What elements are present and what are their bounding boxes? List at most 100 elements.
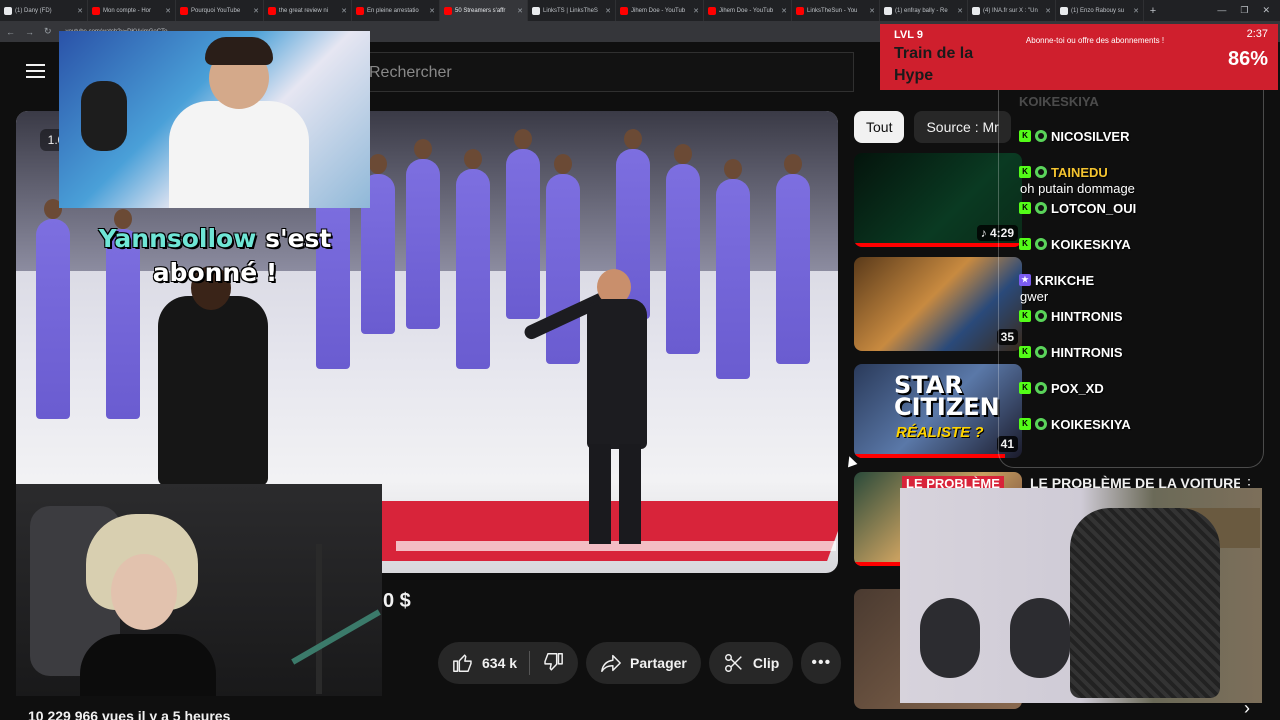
video-person-left (158, 266, 268, 486)
browser-tab[interactable]: (1) enfray bally - Re ✕ (880, 0, 968, 21)
more-dots-icon: ••• (811, 654, 832, 671)
dislike-button[interactable] (542, 651, 564, 676)
browser-tab[interactable]: (1) Enzo Rabouy su ✕ (1056, 0, 1144, 21)
kick-badge-icon: K (1019, 202, 1031, 214)
close-tab-icon[interactable]: ✕ (781, 7, 787, 15)
thumbs-down-icon (544, 652, 563, 671)
close-tab-icon[interactable]: ✕ (605, 7, 611, 15)
hype-percent: 86% (1227, 48, 1268, 70)
x-icon (884, 6, 892, 15)
chat-message-text: oh putain dommage (1020, 180, 1135, 196)
browser-tab[interactable]: Jihem Doe - YouTub ✕ (704, 0, 792, 21)
chip-all[interactable]: Tout (854, 111, 905, 143)
screen: (1) Dany (FD) ✕ Mon compte - Hor ✕ Pourquo… (0, 0, 1280, 720)
reload-icon[interactable]: ↻ (44, 26, 52, 37)
more-actions-button[interactable]: ••• (801, 642, 842, 684)
chat-message: K POX_XD (1019, 379, 1259, 397)
chat-message: K LOTCON_OUI (1019, 199, 1259, 217)
sub-badge-icon (1035, 130, 1047, 142)
close-tab-icon[interactable]: ✕ (1133, 7, 1139, 15)
streamer-webcam-top (59, 31, 370, 208)
subscription-alert: Yannsollow s'est abonné ! (70, 222, 360, 290)
share-arrow-icon (601, 654, 621, 672)
hype-level: LVL 9 (894, 29, 923, 41)
chip-source[interactable]: Source : Mr (914, 111, 1011, 143)
sub-badge-icon (1035, 202, 1047, 214)
chat-username: HINTRONIS (1051, 344, 1123, 360)
sub-badge-icon (1035, 310, 1047, 322)
clip-button[interactable]: Clip (708, 642, 794, 684)
youtube-icon (356, 6, 364, 15)
like-dislike-group: 634 k (438, 642, 579, 684)
music-note-icon: ♪ (980, 226, 987, 240)
sub-badge-icon (1035, 382, 1047, 394)
scissors-icon (724, 654, 742, 672)
close-tab-icon[interactable]: ✕ (165, 7, 171, 15)
watch-progress-bar (854, 454, 1006, 458)
thumbnail-subtitle-text: RÉALISTE ? (896, 424, 984, 441)
x-icon (1060, 6, 1068, 15)
search-input[interactable] (369, 62, 819, 84)
hype-title: Train de la Hype (894, 45, 974, 84)
kick-badge-icon: K (1019, 166, 1031, 178)
close-tab-icon[interactable]: ✕ (341, 7, 347, 15)
sub-badge-icon: ★ (1019, 274, 1031, 286)
chat-username: KOIKESKIYA (1019, 93, 1099, 109)
close-tab-icon[interactable]: ✕ (1045, 7, 1051, 15)
maximize-icon[interactable]: ❐ (1240, 5, 1248, 16)
chat-message: K KOIKESKIYA (1019, 235, 1259, 253)
chat-message: K KOIKESKIYA (1019, 415, 1259, 433)
search-box (330, 52, 854, 92)
chat-username: KRIKCHE (1035, 272, 1095, 288)
minimize-icon[interactable]: — (1217, 5, 1226, 16)
like-button[interactable]: 634 k (452, 652, 517, 674)
browser-tab[interactable]: LinksTheSun - You ✕ (792, 0, 880, 21)
kick-badge-icon: K (1019, 418, 1031, 430)
browser-tab[interactable]: Jihem Doe - YouTub ✕ (616, 0, 704, 21)
close-tab-icon[interactable]: ✕ (693, 7, 699, 15)
chat-message: K HINTRONIS (1019, 307, 1259, 325)
window-controls: — ❐ ✕ (1217, 5, 1280, 16)
share-button[interactable]: Partager (586, 642, 701, 684)
close-tab-icon[interactable]: ✕ (517, 7, 523, 15)
browser-tab-active[interactable]: 50 Streamers s'affr ✕ (440, 0, 528, 21)
video-actions: 634 k Partager Clip ••• (438, 642, 842, 684)
back-arrow-icon[interactable]: ← (6, 27, 15, 37)
browser-tab[interactable]: (1) Dany (FD) ✕ (0, 0, 88, 21)
forward-arrow-icon[interactable]: → (25, 27, 34, 37)
view-count: 10 229 966 vues il y a 5 heures (28, 708, 231, 720)
browser-tab[interactable]: (4) INA.fr sur X : "Un ✕ (968, 0, 1056, 21)
kick-badge-icon: K (1019, 130, 1031, 142)
browser-tab[interactable]: LinksTS | LinksTheS ✕ (528, 0, 616, 21)
close-window-icon[interactable]: ✕ (1262, 5, 1270, 16)
chat-message: KOIKESKIYA (1019, 92, 1259, 110)
video-presenter (522, 269, 681, 559)
youtube-icon (180, 6, 188, 15)
browser-tab[interactable]: En pleine arrestatio ✕ (352, 0, 440, 21)
chat-username: POX_XD (1051, 380, 1104, 396)
close-tab-icon[interactable]: ✕ (869, 7, 875, 15)
browser-tab[interactable]: the great review ni ✕ (264, 0, 352, 21)
new-tab-button[interactable]: + (1144, 5, 1162, 17)
page-icon (532, 6, 540, 15)
menu-icon[interactable] (26, 64, 45, 78)
alert-line2: abonné ! (152, 258, 278, 287)
sub-badge-icon (1035, 418, 1047, 430)
thumbs-up-icon (453, 654, 472, 672)
close-tab-icon[interactable]: ✕ (957, 7, 963, 15)
browser-tab[interactable]: Mon compte - Hor ✕ (88, 0, 176, 21)
streamer-webcam-right (900, 488, 1262, 703)
recommendation-thumbnail[interactable]: STAR CITIZEN RÉALISTE ? 41 (854, 364, 1022, 458)
share-label: Partager (630, 655, 687, 671)
sub-badge-icon (1035, 346, 1047, 358)
close-tab-icon[interactable]: ✕ (429, 7, 435, 15)
close-tab-icon[interactable]: ✕ (253, 7, 259, 15)
recommendation-thumbnail[interactable]: 35 (854, 257, 1022, 351)
chevron-right-icon[interactable]: › (1244, 698, 1250, 719)
chat-username: LOTCON_OUI (1051, 200, 1137, 216)
x-icon (4, 6, 12, 15)
recommendation-thumbnail[interactable]: ♪ 4:29 (854, 153, 1022, 247)
browser-tab[interactable]: Pourquoi YouTube ✕ (176, 0, 264, 21)
close-tab-icon[interactable]: ✕ (77, 7, 83, 15)
youtube-icon (708, 6, 716, 15)
